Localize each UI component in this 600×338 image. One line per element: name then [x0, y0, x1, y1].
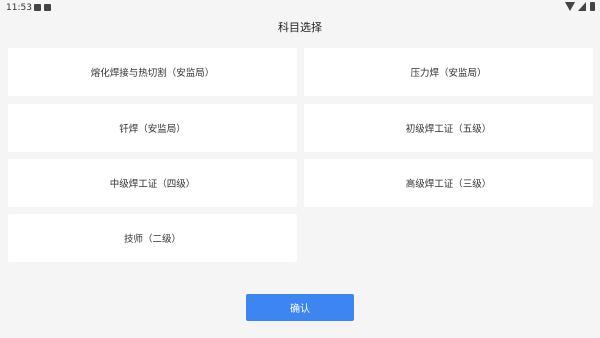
option-label: 钎焊（安监局） [119, 124, 186, 135]
battery-icon [590, 2, 595, 11]
option-label: 熔化焊接与热切割（安监局） [90, 68, 215, 79]
option-label: 中级焊工证（四级） [109, 179, 196, 190]
option-card[interactable]: 熔化焊接与热切割（安监局） [8, 48, 297, 96]
option-card[interactable]: 中级焊工证（四级） [8, 159, 297, 207]
option-label: 压力焊（安监局） [410, 68, 487, 79]
option-card[interactable]: 钎焊（安监局） [8, 104, 297, 152]
page-title: 科目选择 [278, 21, 322, 34]
confirm-button-label: 确认 [290, 304, 310, 315]
notification-icon [44, 4, 51, 11]
wifi-icon [565, 2, 575, 11]
option-card[interactable]: 初级焊工证（五级） [304, 104, 593, 152]
cell-signal-icon [578, 2, 586, 11]
option-label: 技师（二级） [123, 234, 181, 245]
image-icon [34, 4, 41, 11]
confirm-button[interactable]: 确认 [246, 294, 354, 321]
option-label: 高级焊工证（三级） [405, 179, 492, 190]
status-time: 11:53 [6, 3, 32, 13]
status-bar: 11:53 [0, 0, 600, 16]
option-label: 初级焊工证（五级） [405, 124, 492, 135]
option-card[interactable]: 高级焊工证（三级） [304, 159, 593, 207]
option-card[interactable]: 技师（二级） [8, 214, 297, 262]
option-card[interactable]: 压力焊（安监局） [304, 48, 593, 96]
